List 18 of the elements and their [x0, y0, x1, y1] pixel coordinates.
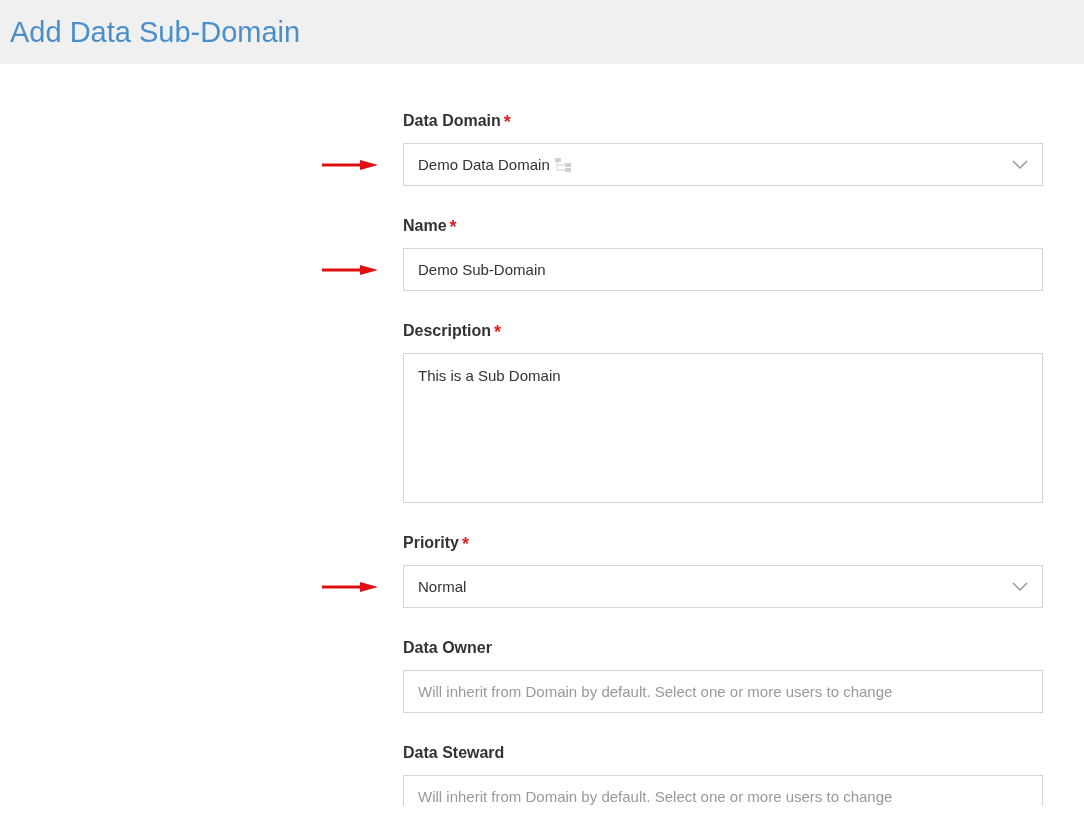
field-label: Description: [403, 322, 491, 340]
field-label: Name: [403, 217, 447, 235]
required-mark: *: [449, 217, 457, 238]
field-label: Data Steward: [403, 744, 505, 762]
field-label: Data Domain: [403, 112, 501, 130]
page-title: Add Data Sub-Domain: [10, 15, 301, 49]
field-label: Data Owner: [403, 639, 492, 657]
required-mark: *: [462, 534, 470, 555]
select-field[interactable]: Normal: [403, 565, 1043, 608]
select-field[interactable]: Demo Data Domain: [403, 143, 1043, 186]
description-field[interactable]: This is a Sub Domain: [403, 353, 1043, 503]
field-label: Priority: [403, 534, 459, 552]
required-mark: *: [503, 112, 511, 133]
name-field[interactable]: Demo Sub-Domain: [403, 248, 1043, 291]
chevron-down-icon: [1012, 581, 1028, 592]
required-mark: *: [494, 322, 502, 343]
chevron-down-icon: [1012, 159, 1028, 170]
hierarchy-icon: [553, 156, 572, 173]
